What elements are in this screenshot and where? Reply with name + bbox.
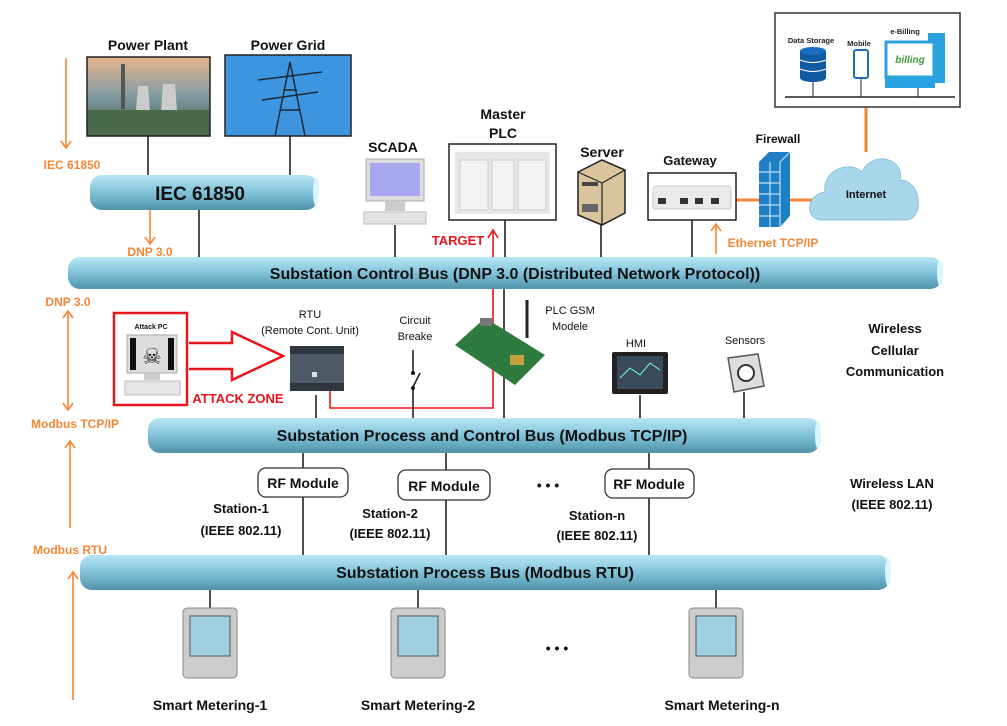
master-plc-label-1: Master bbox=[480, 106, 526, 122]
rf-module-label: RF Module bbox=[408, 478, 480, 494]
station-standard: (IEEE 802.11) bbox=[350, 526, 431, 541]
attack-pc-label: Attack PC bbox=[134, 324, 167, 331]
label-modbus-rtu: Modbus RTU bbox=[33, 543, 107, 557]
internet-label: Internet bbox=[846, 189, 887, 201]
station-standard: (IEEE 802.11) bbox=[201, 523, 282, 538]
server-icon bbox=[577, 159, 626, 226]
rf-module-label: RF Module bbox=[613, 476, 685, 492]
attack-pc-box: Attack PC ☠ bbox=[112, 311, 189, 407]
sensor-icon bbox=[727, 353, 765, 393]
power-plant-image bbox=[86, 56, 211, 137]
station-ellipsis: • • • bbox=[537, 477, 560, 493]
rtu-label-1: RTU bbox=[299, 309, 321, 321]
plc-gsm-module-image bbox=[455, 300, 545, 385]
station-standard: (IEEE 802.11) bbox=[557, 528, 638, 543]
station-n: RF Module Station-n (IEEE 802.11) bbox=[557, 468, 695, 543]
rtu-device-icon bbox=[290, 346, 344, 391]
plc-gsm-label-1: PLC GSM bbox=[545, 305, 595, 317]
label-dnp-mid: DNP 3.0 bbox=[127, 245, 172, 259]
smart-meter-2: Smart Metering-2 bbox=[361, 607, 476, 713]
bus-process: Substation Process Bus (Modbus RTU) bbox=[80, 555, 891, 590]
wireless-lan-label-1: Wireless LAN bbox=[850, 476, 934, 491]
label-dnp-left: DNP 3.0 bbox=[45, 295, 90, 309]
label-iec-61850: IEC 61850 bbox=[44, 158, 101, 172]
power-plant-label: Power Plant bbox=[108, 37, 188, 53]
power-grid-image bbox=[224, 54, 352, 137]
target-label: TARGET bbox=[432, 233, 485, 248]
label-modbus-tcp: Modbus TCP/IP bbox=[31, 417, 119, 431]
mobile-icon bbox=[853, 49, 869, 79]
smart-meter-n: Smart Metering-n bbox=[664, 607, 780, 713]
station-name: Station-n bbox=[569, 508, 625, 523]
firewall-icon bbox=[759, 151, 791, 227]
scada-computer-icon bbox=[363, 158, 427, 225]
circuit-breaker-switch-icon bbox=[411, 350, 421, 410]
bus-iec-61850: IEC 61850 bbox=[90, 175, 319, 210]
cloud-services-box: Data Storage Mobile e-Billing billing bbox=[774, 12, 961, 108]
station-name: Station-1 bbox=[213, 501, 269, 516]
bus-process-control: Substation Process and Control Bus (Modb… bbox=[148, 418, 821, 453]
circuit-breaker-label-1: Circuit bbox=[399, 315, 430, 327]
skull-icon: ☠ bbox=[142, 344, 162, 369]
station-name: Station-2 bbox=[362, 506, 418, 521]
station-1: RF Module Station-1 (IEEE 802.11) bbox=[201, 467, 349, 538]
gateway-label: Gateway bbox=[663, 153, 717, 168]
svg-text:Substation Control Bus (DNP 3.: Substation Control Bus (DNP 3.0 (Distrib… bbox=[270, 266, 760, 283]
smart-meter-1: Smart Metering-1 bbox=[153, 607, 268, 713]
smart-meter-label: Smart Metering-n bbox=[664, 697, 779, 713]
mobile-label: Mobile bbox=[847, 39, 871, 48]
svg-text:Substation Process Bus (Modbus: Substation Process Bus (Modbus RTU) bbox=[336, 565, 634, 582]
power-grid-label: Power Grid bbox=[251, 37, 326, 53]
firewall-label: Firewall bbox=[756, 132, 801, 146]
svg-text:Substation Process and Control: Substation Process and Control Bus (Modb… bbox=[277, 428, 688, 445]
hmi-device-icon bbox=[612, 352, 668, 394]
wireless-lan-label-2: (IEEE 802.11) bbox=[852, 497, 933, 512]
smart-meter-label: Smart Metering-1 bbox=[153, 697, 268, 713]
circuit-breaker-label-2: Breake bbox=[398, 331, 433, 343]
ebilling-computer-icon: billing bbox=[884, 33, 945, 88]
hmi-label: HMI bbox=[626, 338, 646, 350]
plc-gsm-label-2: Modele bbox=[552, 321, 588, 333]
attack-arrow bbox=[189, 330, 286, 382]
scada-label: SCADA bbox=[368, 139, 418, 155]
svg-text:IEC 61850: IEC 61850 bbox=[155, 184, 245, 205]
substation-network-diagram: IEC 61850 DNP 3.0 DNP 3.0 Modbus TCP/IP … bbox=[31, 12, 961, 713]
wireless-cellular-label-3: Communication bbox=[846, 364, 944, 379]
label-ethernet: Ethernet TCP/IP bbox=[728, 236, 819, 250]
bus-substation-control: Substation Control Bus (DNP 3.0 (Distrib… bbox=[68, 257, 943, 289]
rtu-label-2: (Remote Cont. Unit) bbox=[261, 325, 359, 337]
meter-ellipsis: • • • bbox=[546, 640, 569, 656]
svg-text:billing: billing bbox=[895, 55, 924, 66]
data-storage-label: Data Storage bbox=[788, 36, 834, 45]
wireless-cellular-label-1: Wireless bbox=[868, 321, 921, 336]
rf-module-label: RF Module bbox=[267, 475, 339, 491]
master-plc-label-2: PLC bbox=[489, 125, 517, 141]
database-icon bbox=[799, 47, 827, 82]
sensors-label: Sensors bbox=[725, 335, 766, 347]
server-label: Server bbox=[580, 144, 624, 160]
attack-zone-label: ATTACK ZONE bbox=[192, 391, 284, 406]
internet-cloud-icon: Internet bbox=[809, 158, 919, 221]
ebilling-label: e-Billing bbox=[890, 27, 920, 36]
gateway-icon bbox=[647, 172, 737, 221]
wireless-cellular-label-2: Cellular bbox=[871, 343, 919, 358]
station-2: RF Module Station-2 (IEEE 802.11) bbox=[350, 469, 491, 541]
smart-meter-label: Smart Metering-2 bbox=[361, 697, 476, 713]
master-plc-image bbox=[448, 143, 557, 221]
